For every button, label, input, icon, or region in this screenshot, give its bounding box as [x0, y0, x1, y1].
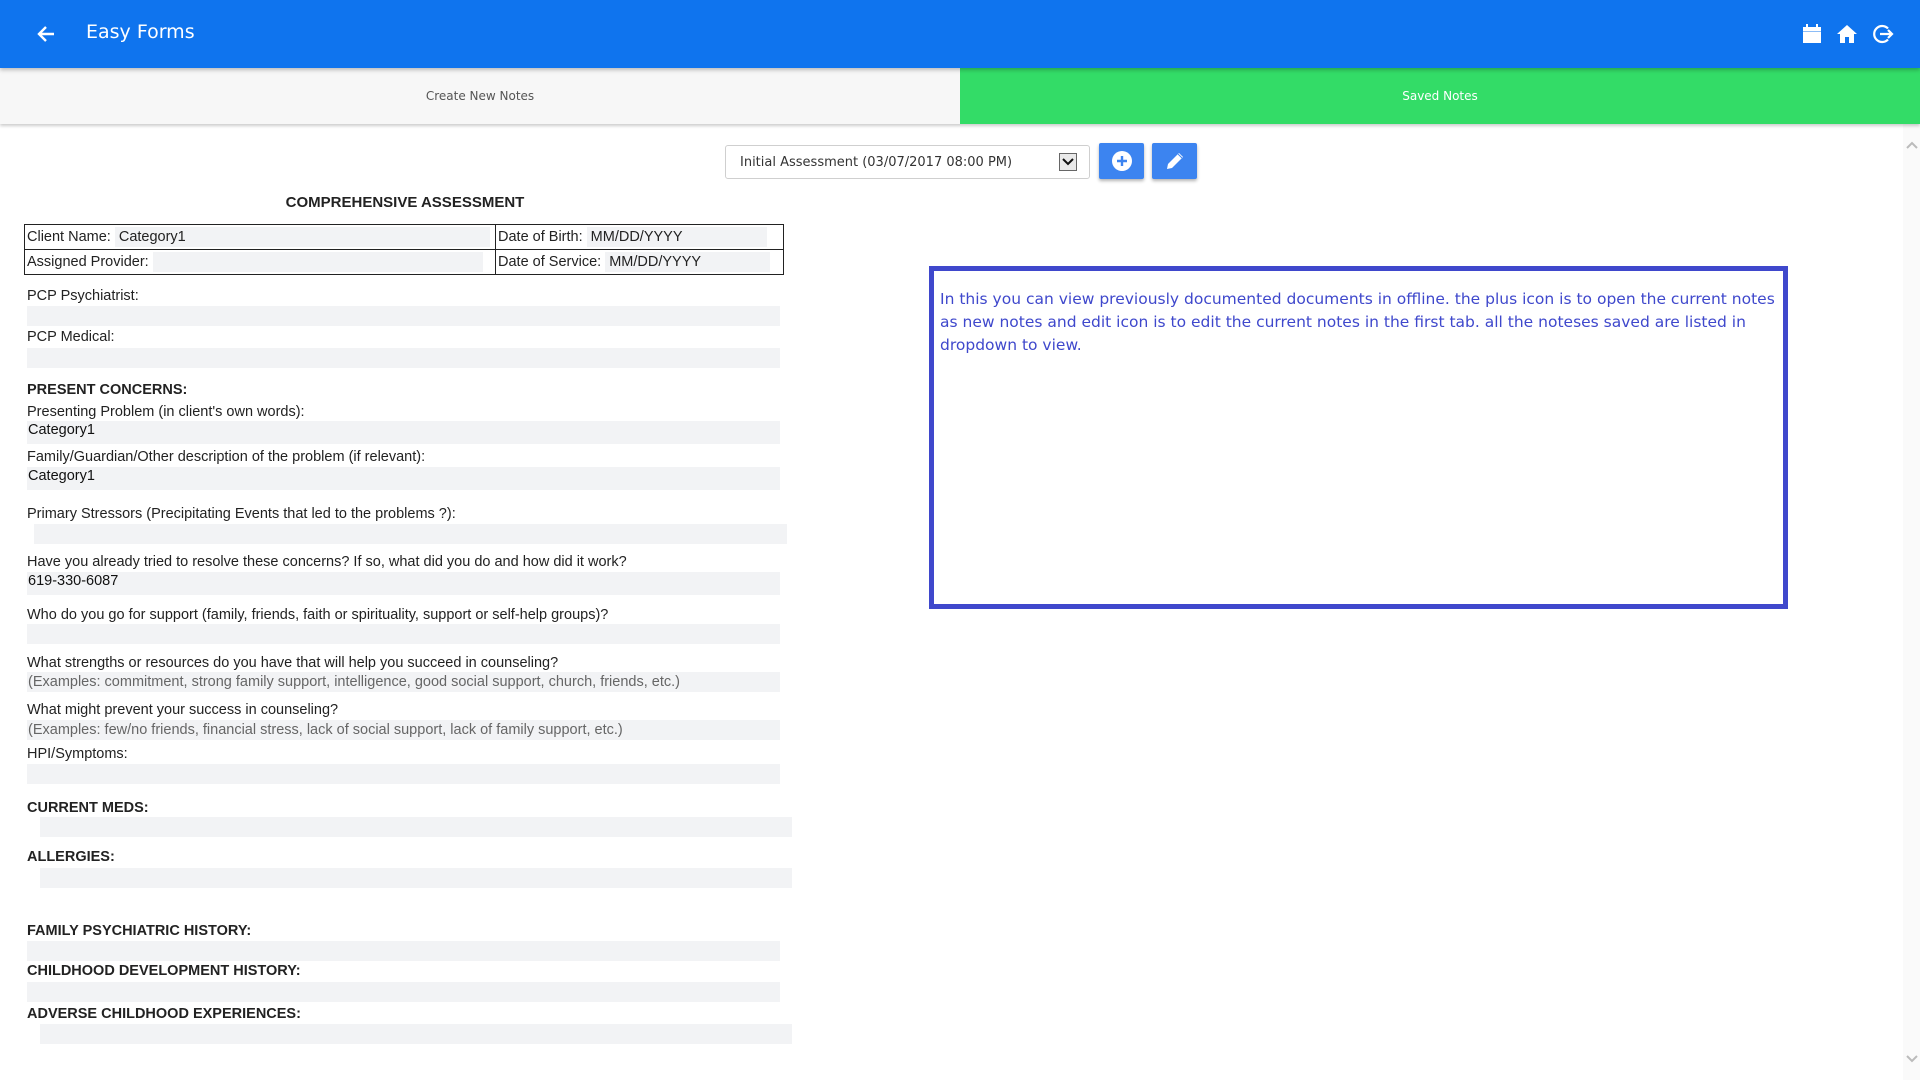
- assigned-provider-label: Assigned Provider:: [27, 253, 149, 270]
- vertical-scrollbar[interactable]: [1903, 124, 1920, 1080]
- dob-field[interactable]: MM/DD/YYYY: [586, 227, 767, 247]
- pcp-psychiatrist-label: PCP Psychiatrist:: [27, 288, 139, 304]
- present-concerns-heading: PRESENT CONCERNS:: [27, 382, 188, 398]
- back-button[interactable]: [30, 18, 62, 50]
- client-name-field[interactable]: Category1: [114, 227, 490, 247]
- arrow-left-icon: [37, 26, 54, 42]
- strengths-field[interactable]: (Examples: commitment, strong family sup…: [27, 672, 780, 692]
- family-psychiatric-history-label: FAMILY PSYCHIATRIC HISTORY:: [27, 923, 252, 939]
- prevent-success-label: What might prevent your success in couns…: [27, 702, 339, 718]
- prevent-success-field[interactable]: (Examples: few/no friends, financial str…: [27, 720, 780, 740]
- support-label: Who do you go for support (family, frien…: [27, 607, 609, 623]
- dropdown-selected-value: Initial Assessment (03/07/2017 08:00 PM): [740, 154, 1013, 170]
- scroll-down-button[interactable]: [1905, 1052, 1918, 1065]
- resolve-concerns-field[interactable]: 619-330-6087: [27, 572, 780, 595]
- presenting-problem-label: Presenting Problem (in client's own word…: [27, 404, 305, 420]
- annotation-box: In this you can view previously document…: [929, 266, 1788, 609]
- dos-label: Date of Service:: [498, 254, 602, 270]
- allergies-label: ALLERGIES:: [27, 849, 115, 865]
- primary-stressors-field[interactable]: [34, 524, 787, 544]
- dob-label: Date of Birth:: [498, 229, 583, 245]
- pcp-medical-label: PCP Medical:: [27, 329, 115, 345]
- presenting-problem-field[interactable]: Category1: [27, 421, 780, 444]
- resolve-concerns-label: Have you already tried to resolve these …: [27, 554, 627, 570]
- current-meds-field[interactable]: [40, 817, 792, 837]
- pencil-icon: [1166, 153, 1183, 169]
- hpi-symptoms-label: HPI/Symptoms:: [27, 746, 128, 762]
- tab-create-new-notes[interactable]: Create New Notes: [0, 68, 960, 124]
- family-description-label: Family/Guardian/Other description of the…: [27, 449, 426, 465]
- annotation-text: In this you can view previously document…: [940, 290, 1775, 354]
- calendar-icon: [1803, 24, 1821, 43]
- tab-saved-notes[interactable]: Saved Notes: [960, 68, 1920, 124]
- logout-icon: [1873, 24, 1894, 44]
- pcp-psychiatrist-field[interactable]: [27, 306, 780, 326]
- tab-bar: Create New Notes Saved Notes: [0, 68, 1920, 124]
- current-meds-label: CURRENT MEDS:: [27, 800, 149, 816]
- dos-field[interactable]: MM/DD/YYYY: [605, 252, 771, 272]
- childhood-development-field[interactable]: [27, 982, 780, 1002]
- app-bar: Easy Forms: [0, 0, 1920, 68]
- chevron-down-icon: [1905, 1054, 1918, 1062]
- hpi-symptoms-field[interactable]: [27, 764, 780, 784]
- allergies-field[interactable]: [40, 868, 792, 888]
- app-title: Easy Forms: [86, 21, 195, 43]
- app-window: Easy Forms Create New Notes Saved Notes …: [0, 0, 1920, 1080]
- open-as-new-button[interactable]: [1099, 143, 1144, 179]
- assigned-provider-field[interactable]: [152, 252, 483, 272]
- support-field[interactable]: [27, 624, 780, 644]
- chevron-up-icon: [1905, 141, 1918, 149]
- primary-stressors-label: Primary Stressors (Precipitating Events …: [27, 506, 456, 522]
- strengths-label: What strengths or resources do you have …: [27, 655, 559, 671]
- logout-button[interactable]: [1869, 20, 1897, 48]
- home-button[interactable]: [1833, 20, 1861, 48]
- chevron-down-icon: [1059, 153, 1077, 171]
- family-description-field[interactable]: Category1: [27, 467, 780, 490]
- adverse-childhood-field[interactable]: [40, 1024, 792, 1044]
- calendar-button[interactable]: [1798, 20, 1826, 48]
- family-psychiatric-history-field[interactable]: [27, 941, 780, 961]
- saved-notes-dropdown[interactable]: Initial Assessment (03/07/2017 08:00 PM): [725, 145, 1090, 179]
- form-title: COMPREHENSIVE ASSESSMENT: [285, 194, 525, 211]
- home-icon: [1837, 25, 1857, 43]
- plus-circle-icon: [1111, 151, 1132, 171]
- childhood-development-label: CHILDHOOD DEVELOPMENT HISTORY:: [27, 963, 301, 979]
- pcp-medical-field[interactable]: [27, 348, 780, 368]
- adverse-childhood-label: ADVERSE CHILDHOOD EXPERIENCES:: [27, 1006, 301, 1022]
- form-header-table: Client Name: Category1 Date of Birth: MM…: [24, 224, 784, 275]
- scroll-up-button[interactable]: [1905, 138, 1918, 151]
- client-name-label: Client Name:: [27, 229, 111, 245]
- edit-note-button[interactable]: [1152, 143, 1197, 179]
